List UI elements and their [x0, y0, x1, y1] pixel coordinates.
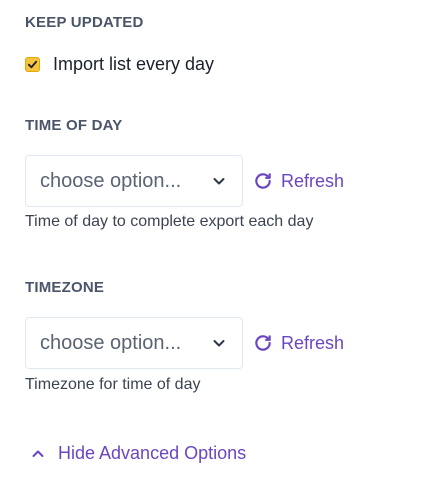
timezone-refresh-button[interactable]: Refresh [253, 333, 344, 354]
time-of-day-row: choose option... Refresh [25, 155, 344, 207]
import-daily-checkbox[interactable] [25, 57, 40, 72]
timezone-row: choose option... Refresh [25, 317, 344, 369]
keep-updated-heading: KEEP UPDATED [25, 14, 144, 31]
chevron-up-icon [31, 447, 45, 461]
hide-advanced-options-label: Hide Advanced Options [58, 443, 247, 463]
chevron-down-icon [212, 174, 226, 188]
time-of-day-select[interactable]: choose option... [25, 155, 243, 207]
time-of-day-refresh-button[interactable]: Refresh [253, 171, 344, 192]
timezone-heading: TIMEZONE [25, 279, 105, 296]
time-of-day-select-value: choose option... [40, 169, 182, 192]
check-icon [27, 60, 38, 69]
refresh-icon [253, 171, 273, 191]
chevron-down-icon [212, 336, 226, 350]
time-of-day-heading: TIME OF DAY [25, 117, 123, 134]
timezone-select[interactable]: choose option... [25, 317, 243, 369]
timezone-help-text: Timezone for time of day [25, 376, 201, 393]
refresh-icon [253, 333, 273, 353]
import-daily-label: Import list every day [53, 54, 215, 74]
timezone-refresh-label: Refresh [281, 332, 345, 353]
time-of-day-refresh-label: Refresh [281, 170, 345, 191]
hide-advanced-options-link[interactable]: Hide Advanced Options [31, 443, 246, 464]
timezone-select-value: choose option... [40, 331, 182, 354]
import-daily-checkbox-row[interactable]: Import list every day [25, 54, 214, 75]
time-of-day-help-text: Time of day to complete export each day [25, 213, 314, 230]
